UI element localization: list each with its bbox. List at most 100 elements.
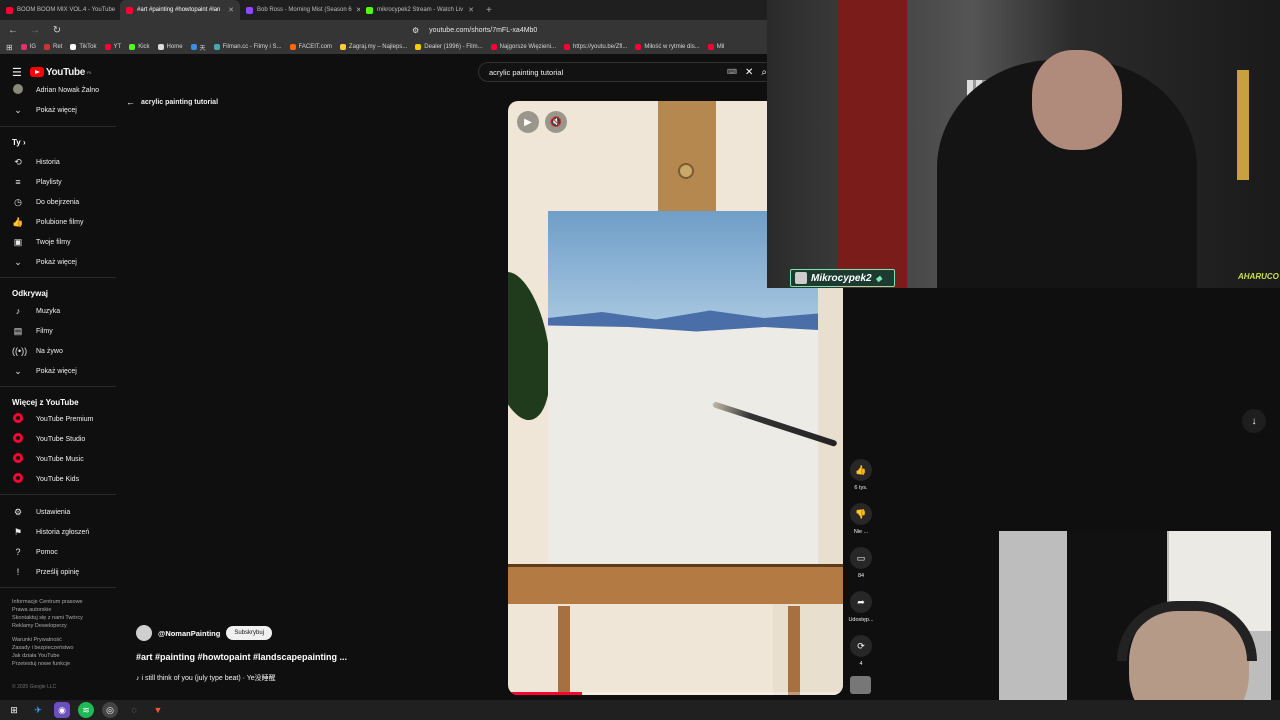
file-explorer-icon[interactable]: ✈ [30,702,46,718]
bookmark[interactable]: https://youtu.be/Zfl... [564,44,627,50]
back-to-search-button[interactable]: ← acrylic painting tutorial [126,97,218,107]
video-frame-easel-legs [548,606,808,695]
divider [0,126,116,127]
video-progress-bar[interactable] [508,692,843,695]
sidebar-item-liked[interactable]: 👍 Polubione filmy [12,215,83,229]
clear-search-icon[interactable]: ✕ [745,67,753,78]
sidebar-show-more[interactable]: ⌄ Pokaż więcej [12,255,77,269]
app-icon[interactable]: ◉ [54,702,70,718]
play-button[interactable]: ▶ [517,111,539,133]
new-tab-icon[interactable]: + [480,5,498,16]
sidebar-item-music-app[interactable]: YouTube Music [12,452,84,466]
channel-name[interactable]: @NomanPainting [158,629,220,638]
bookmark-icon [44,44,51,50]
next-short-button[interactable]: ↓ [1242,409,1266,433]
windows-start-icon[interactable]: ⊞ [6,702,22,718]
sidebar-item-feedback[interactable]: ! Prześlij opinię [12,565,79,579]
close-tab-icon[interactable]: ✕ [228,6,234,14]
share-action[interactable]: ➦ Udostęp... [846,591,876,623]
sidebar-item-report-history[interactable]: ⚑ Historia zgłoszeń [12,525,89,539]
dislike-action[interactable]: 👎 Nie ... [846,503,876,535]
share-icon[interactable]: ➦ [850,591,872,613]
comment-icon[interactable]: ▭ [850,547,872,569]
browser-tab-active[interactable]: #art #painting #howtopaint #lan ✕ [120,0,240,20]
apps-grid-icon[interactable]: ⊞ [6,43,13,52]
youtube-favicon-icon [6,6,13,14]
bookmark[interactable]: Najgorsze Więzieni... [490,44,556,50]
playlist-icon: ≡ [15,177,21,187]
footer-link-line[interactable]: Prawa autorskie [12,606,112,614]
chrome-icon[interactable]: ◎ [102,702,118,718]
bookmark[interactable]: Mil [707,44,724,50]
reload-icon[interactable]: ↻ [50,25,64,36]
spotify-icon[interactable]: ≋ [78,702,94,718]
sidebar-item-music[interactable]: ♪ Muzyka [12,304,60,318]
footer-link-line[interactable]: Skontaktuj się z nami Twórcy [12,614,112,622]
short-title[interactable]: #art #painting #howtopaint #landscapepai… [136,652,347,662]
sidebar-item-help[interactable]: ? Pomoc [12,545,57,559]
forward-arrow-icon[interactable]: → [28,25,42,36]
search-input[interactable]: acrylic painting tutorial ⌨ ✕ ⌕ [478,62,768,82]
like-action[interactable]: 👍 6 tys. [846,459,876,491]
section-you[interactable]: Ty › [12,138,26,147]
bookmark[interactable]: Ret [44,44,62,50]
footer-link-line[interactable]: Warunki Prywatność [12,636,112,644]
sidebar-item-watch-later[interactable]: ◷ Do obejrzenia [12,195,79,209]
sidebar-item-history[interactable]: ⟲ Historia [12,155,60,169]
footer-link-line[interactable]: Przetestuj nowe funkcje [12,660,112,668]
keyboard-icon[interactable]: ⌨ [727,68,737,76]
address-bar[interactable]: ⚙ youtube.com/shorts/7mFL-xa4Mb0 [412,26,537,35]
bookmark[interactable]: 天 [190,43,206,52]
dislike-icon[interactable]: 👎 [850,503,872,525]
footer-link-line[interactable]: Informacje Centrum prasowe [12,598,112,606]
sidebar-item-studio[interactable]: YouTube Studio [12,432,85,446]
browser-tab[interactable]: mikrocypek2 Stream - Watch Liv ✕ [360,0,480,20]
site-info-icon[interactable]: ⚙ [412,26,419,35]
bookmark[interactable]: Miłość w rytmie dis... [635,44,700,50]
account-item[interactable]: Adrian Nowak Żalno [12,83,99,97]
bookmark[interactable]: FACEIT.com [289,44,332,50]
divider [0,277,116,278]
speaker-muted-icon: 🔇 [549,116,563,128]
diamond-icon: ◆ [875,273,882,283]
bookmark[interactable]: Dealer (1996) - Film... [415,44,483,50]
footer-link-line[interactable]: Jak działa YouTube [12,652,112,660]
footer-links: Informacje Centrum prasowe Prawa autorsk… [12,598,112,668]
sidebar-item-live[interactable]: ((•)) Na żywo [12,344,63,358]
bookmark[interactable]: IG [20,44,36,50]
sidebar-item-your-videos[interactable]: ▣ Twoje filmy [12,235,71,249]
browser-tab[interactable]: BOOM BOOM MIX VOL.4 - YouTube✕ [0,0,120,20]
sidebar-show-more[interactable]: ⌄ Pokaż więcej [12,364,77,378]
sidebar-item-kids[interactable]: YouTube Kids [12,472,79,486]
brave-icon[interactable]: ▼ [150,702,166,718]
divider [0,494,116,495]
bookmark[interactable]: Home [157,44,183,50]
footer-link-line[interactable]: Zasady i bezpieczeństwo [12,644,112,652]
sidebar-item-movies[interactable]: ▤ Filmy [12,324,53,338]
bookmark[interactable]: TikTok [70,44,97,50]
sidebar-item-premium[interactable]: YouTube Premium [12,412,93,426]
show-more-button[interactable]: ⌄ Pokaż więcej [12,103,77,117]
back-arrow-icon[interactable]: ← [6,25,20,36]
like-icon[interactable]: 👍 [850,459,872,481]
short-music[interactable]: ♪ i still think of you (july type beat) … [136,673,276,683]
remix-action[interactable]: ⟳ 4 [846,635,876,667]
remix-icon[interactable]: ⟳ [850,635,872,657]
bookmark[interactable]: YT [104,44,121,50]
comment-action[interactable]: ▭ 84 [846,547,876,579]
close-tab-icon[interactable]: ✕ [468,6,474,14]
sidebar-item-settings[interactable]: ⚙ Ustawienia [12,505,70,519]
sound-thumbnail[interactable] [850,676,871,694]
subscribe-button[interactable]: Subskrybuj [226,626,273,640]
browser-tab[interactable]: Bob Ross - Morning Mist (Season 6 ✕ [240,0,360,20]
footer-link-line[interactable]: Reklamy Deweloperzy [12,622,112,630]
bookmark[interactable]: Zagraj.my – Najleps... [339,44,407,50]
bookmark[interactable]: Kick [129,44,150,50]
youtube-logo[interactable]: YouTube PL [29,67,92,78]
channel-avatar[interactable] [136,625,152,641]
menu-icon[interactable]: ☰ [12,66,22,79]
bookmark[interactable]: Filman.cc - Filmy i S... [213,44,282,50]
sidebar-item-playlists[interactable]: ≡ Playlisty [12,175,61,189]
mute-button[interactable]: 🔇 [545,111,567,133]
app-icon[interactable]: ◌ [126,702,142,718]
